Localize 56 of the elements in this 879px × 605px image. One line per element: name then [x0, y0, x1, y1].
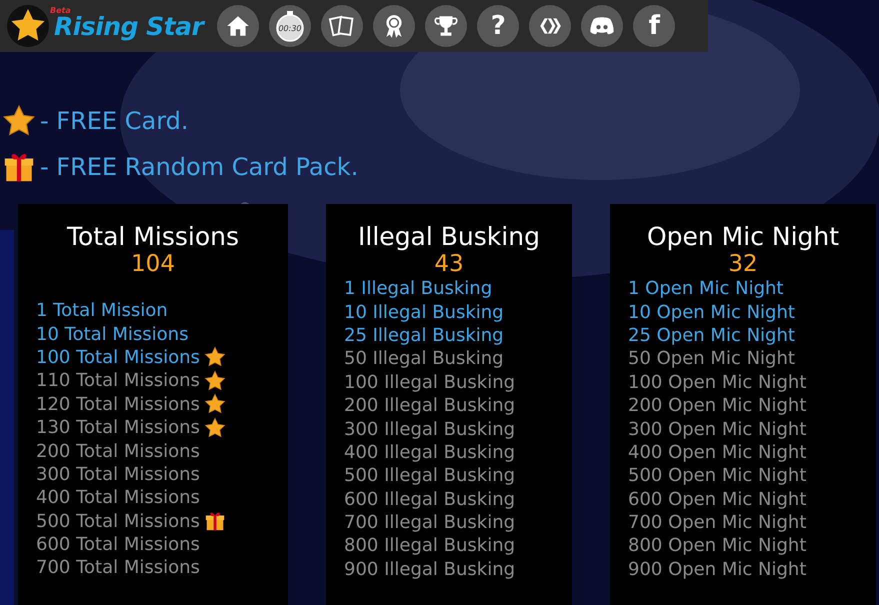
milestone-text: 900 Open Mic Night	[628, 558, 806, 580]
milestone-text: 700 Total Missions	[36, 557, 200, 578]
milestone-text: 1 Illegal Busking	[344, 278, 492, 300]
star-logo-icon	[6, 4, 50, 48]
milestone-text: 50 Open Mic Night	[628, 348, 795, 370]
milestone-text: 200 Total Missions	[36, 440, 200, 462]
panel-title: Total Missions	[66, 222, 239, 251]
milestone-text: 10 Total Missions	[36, 324, 188, 345]
milestone-text: 100 Open Mic Night	[628, 372, 806, 393]
milestone-text: 600 Illegal Busking	[344, 488, 516, 510]
milestone-text: 130 Total Missions	[36, 417, 200, 438]
milestone-text: 800 Open Mic Night	[628, 535, 806, 556]
milestone-text: 120 Total Missions	[36, 394, 200, 415]
milestone-text: 400 Open Mic Night	[628, 442, 806, 463]
milestone-text: 1 Total Mission	[36, 300, 168, 322]
milestone-text: 50 Illegal Busking	[344, 348, 504, 370]
trophy-button[interactable]	[425, 5, 468, 47]
home-button[interactable]	[217, 5, 260, 47]
milestone-text: 1 Open Mic Night	[628, 278, 784, 300]
mission-count: 43	[434, 251, 464, 277]
milestone-text: 10 Open Mic Night	[628, 302, 795, 323]
milestone-text: 200 Illegal Busking	[344, 395, 516, 416]
milestone-text: 600 Open Mic Night	[628, 488, 806, 510]
milestone-text: 600 Total Missions	[36, 534, 200, 556]
milestone-text: 700 Illegal Busking	[344, 512, 516, 534]
legend-text: - FREE Card.	[40, 107, 188, 135]
milestone-text: 300 Open Mic Night	[628, 418, 806, 440]
milestone-text: 900 Illegal Busking	[344, 558, 516, 580]
cards-button[interactable]	[321, 5, 364, 47]
milestone-text: 110 Total Missions	[36, 370, 200, 392]
milestone-text: 10 Illegal Busking	[344, 302, 504, 323]
milestone-text: 100 Illegal Busking	[344, 372, 516, 393]
help-button[interactable]: ?	[477, 5, 520, 47]
mission-count: 32	[728, 251, 758, 277]
timer-button[interactable]: 00:30	[269, 5, 312, 47]
milestone-text: 300 Illegal Busking	[344, 418, 516, 440]
milestone-text: 400 Total Missions	[36, 487, 200, 508]
milestone-text: 25 Open Mic Night	[628, 324, 795, 346]
panel-title: Open Mic Night	[646, 222, 840, 251]
milestone-text: 700 Open Mic Night	[628, 512, 806, 534]
discord-button[interactable]	[581, 5, 624, 47]
milestone-text: 800 Illegal Busking	[344, 535, 516, 556]
facebook-button[interactable]: f	[633, 5, 676, 47]
panel-title: Illegal Busking	[358, 222, 540, 251]
milestone-text: 500 Illegal Busking	[344, 465, 516, 486]
milestone-text: 200 Open Mic Night	[628, 395, 806, 416]
mission-count: 104	[131, 251, 175, 277]
milestone-text: 100 Total Missions	[36, 346, 200, 368]
milestone-text: 500 Open Mic Night	[628, 465, 806, 486]
milestone-text: 400 Illegal Busking	[344, 442, 516, 463]
hive-button[interactable]	[529, 5, 572, 47]
ribbon-button[interactable]	[373, 5, 416, 47]
legend-text: - FREE Random Card Pack.	[40, 153, 358, 181]
milestone-text: 300 Total Missions	[36, 464, 200, 485]
milestone-text: 500 Total Missions	[36, 510, 200, 532]
milestone-text: 25 Illegal Busking	[344, 324, 504, 346]
